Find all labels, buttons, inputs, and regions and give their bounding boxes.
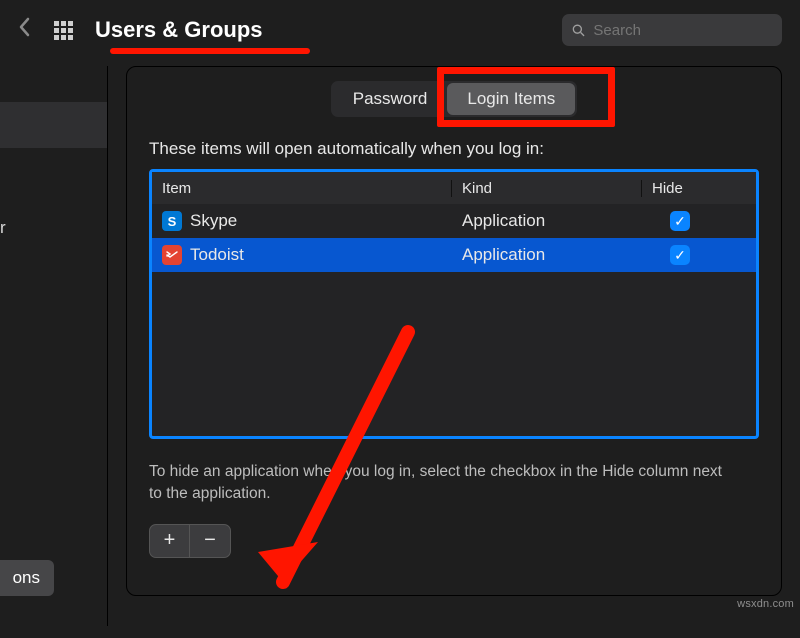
add-remove-control: + − [149, 524, 231, 558]
table-row[interactable]: Todoist Application ✓ [152, 238, 756, 272]
watermark: wsxdn.com [737, 598, 794, 610]
tab-login-items[interactable]: Login Items [447, 83, 575, 115]
search-input[interactable] [593, 22, 772, 39]
instruction-text: These items will open automatically when… [149, 139, 759, 159]
apps-grid-icon[interactable] [54, 21, 73, 40]
login-items-table: Item Kind Hide S Skype Application ✓ [149, 169, 759, 439]
row-kind: Application [452, 245, 642, 265]
hide-checkbox[interactable]: ✓ [670, 211, 690, 231]
page-title: Users & Groups [95, 17, 263, 43]
add-button[interactable]: + [150, 525, 190, 557]
sidebar-truncated-text: r [0, 218, 107, 238]
hint-text: To hide an application when you log in, … [149, 461, 729, 506]
back-icon[interactable] [18, 17, 32, 43]
header-hide[interactable]: Hide [642, 180, 756, 197]
header-kind[interactable]: Kind [452, 180, 642, 197]
login-items-panel: Password Login Items These items will op… [126, 66, 782, 596]
sidebar-item-current-user[interactable] [0, 102, 107, 148]
sidebar-bottom-item[interactable]: ons [0, 560, 54, 596]
row-name: Todoist [190, 245, 244, 265]
tab-password[interactable]: Password [333, 83, 448, 115]
remove-button[interactable]: − [190, 525, 230, 557]
annotation-title-underline [110, 48, 310, 54]
table-row[interactable]: S Skype Application ✓ [152, 204, 756, 238]
row-kind: Application [452, 211, 642, 231]
header-item[interactable]: Item [152, 180, 452, 197]
search-icon [572, 23, 585, 38]
sidebar: r ons [0, 66, 108, 626]
table-header: Item Kind Hide [152, 172, 756, 204]
tab-group: Password Login Items [331, 81, 578, 117]
row-name: Skype [190, 211, 237, 231]
todoist-icon [162, 245, 182, 265]
skype-icon: S [162, 211, 182, 231]
search-field[interactable] [562, 14, 782, 46]
hide-checkbox[interactable]: ✓ [670, 245, 690, 265]
toolbar: Users & Groups [0, 0, 800, 66]
